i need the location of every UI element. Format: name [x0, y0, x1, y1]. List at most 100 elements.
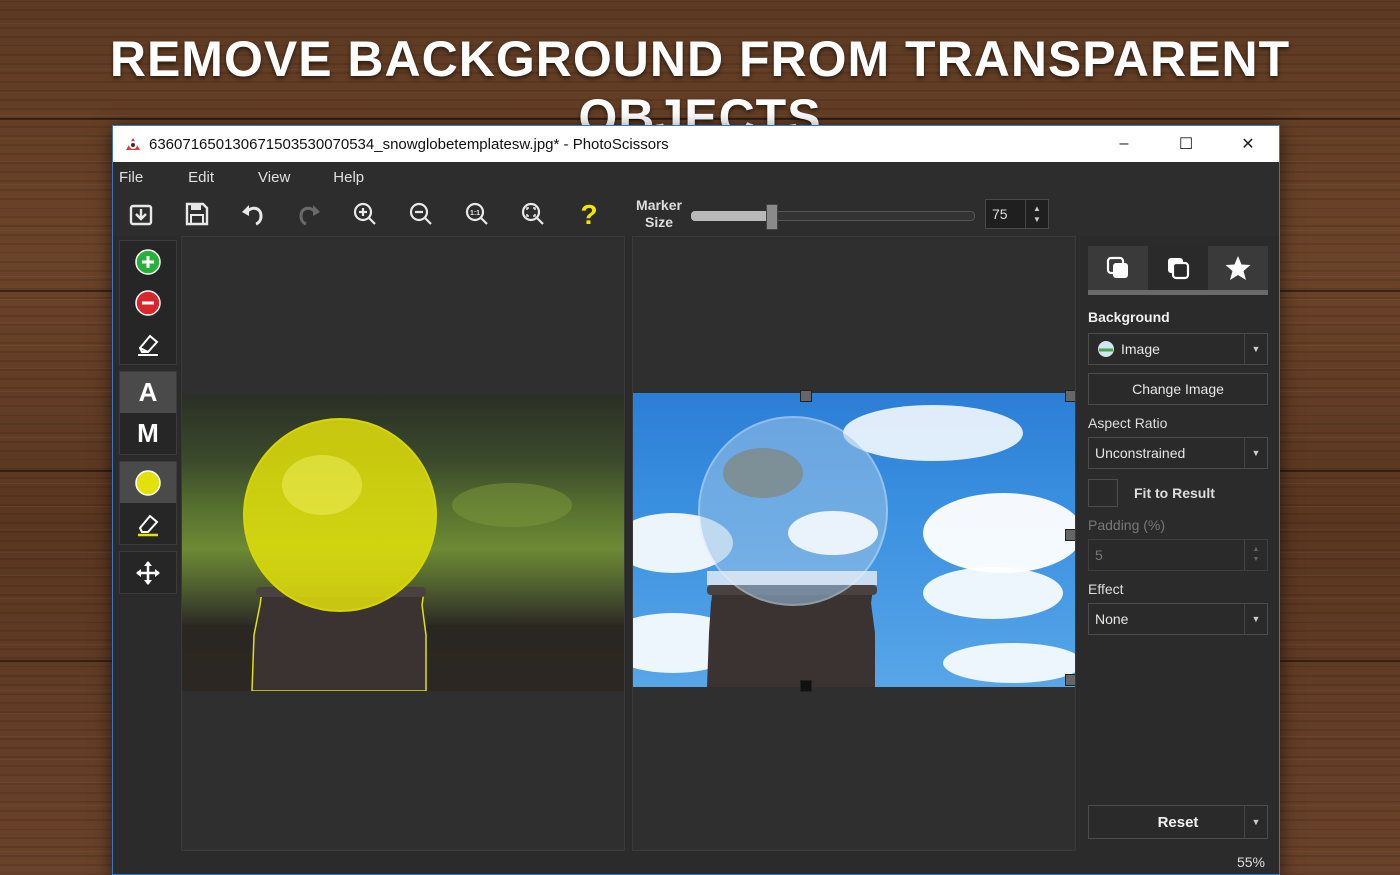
aspect-ratio-label: Aspect Ratio — [1088, 415, 1168, 431]
marker-size-slider[interactable] — [691, 204, 975, 230]
zoom-out-icon — [409, 202, 432, 225]
layers-back-icon — [1168, 258, 1190, 280]
mode-group: A M — [119, 371, 177, 455]
menu-edit[interactable]: Edit — [182, 169, 230, 186]
zoom-in-icon — [353, 202, 376, 225]
move-icon — [136, 560, 160, 585]
source-photo — [182, 395, 624, 692]
result-pane[interactable] — [632, 236, 1076, 851]
auto-mode-button[interactable]: A — [120, 372, 176, 413]
fit-button[interactable] — [505, 194, 561, 234]
marker-tool-group — [119, 240, 177, 365]
slider-fill — [691, 211, 771, 221]
zoom-level: 55% — [1236, 854, 1265, 870]
window-title: 636071650130671503530070534_snowglobetem… — [149, 135, 669, 153]
redo-button[interactable] — [281, 194, 337, 234]
marker-size-input[interactable]: 75 ▲ ▼ — [985, 199, 1049, 229]
effect-label: Effect — [1088, 581, 1124, 597]
chevron-down-icon[interactable]: ▼ — [1244, 604, 1267, 634]
svg-text:1:1: 1:1 — [470, 210, 480, 217]
aspect-ratio-select[interactable]: Unconstrained ▼ — [1088, 437, 1268, 469]
open-icon — [129, 204, 153, 226]
actual-size-icon: 1:1 — [465, 202, 488, 225]
help-button[interactable]: ? — [561, 194, 617, 234]
effect-value: None — [1095, 611, 1129, 627]
eraser-button[interactable] — [120, 323, 176, 364]
remove-marker-button[interactable] — [120, 282, 176, 323]
source-pane[interactable] — [181, 236, 625, 851]
zoom-out-button[interactable] — [393, 194, 449, 234]
svg-text:?: ? — [580, 200, 597, 228]
minus-circle-icon — [135, 289, 161, 316]
crop-handle-bottom-right[interactable] — [1065, 674, 1075, 686]
plus-circle-icon — [135, 248, 161, 275]
menu-view[interactable]: View — [252, 169, 306, 186]
background-type-value: Image — [1121, 341, 1160, 357]
fit-to-result-checkbox[interactable] — [1088, 479, 1118, 507]
menu-file[interactable]: File — [113, 169, 159, 186]
close-button[interactable]: ✕ — [1217, 126, 1279, 162]
menu-help[interactable]: Help — [327, 169, 380, 186]
marker-size-label: Marker Size — [631, 197, 687, 231]
tab-background[interactable] — [1148, 246, 1208, 290]
result-photo — [633, 393, 1075, 687]
maximize-button[interactable]: ☐ — [1155, 126, 1217, 162]
app-logo-icon — [126, 138, 140, 150]
tab-foreground[interactable] — [1088, 246, 1148, 290]
transparency-eraser-button[interactable] — [120, 503, 176, 544]
reset-button[interactable]: Reset ▼ — [1088, 805, 1268, 839]
menu-bar: File Edit View Help — [113, 162, 1279, 192]
app-window: 636071650130671503530070534_snowglobetem… — [112, 125, 1280, 875]
fit-icon — [521, 202, 544, 225]
padding-input[interactable]: 5 ▲ ▼ — [1088, 539, 1268, 571]
chevron-down-icon[interactable]: ▼ — [1244, 806, 1267, 838]
reset-label: Reset — [1157, 813, 1199, 831]
title-bar[interactable]: 636071650130671503530070534_snowglobetem… — [113, 126, 1279, 162]
undo-button[interactable] — [225, 194, 281, 234]
settings-panel: Background Image ▼ Change Image Aspect R… — [1088, 246, 1268, 635]
pan-button[interactable] — [120, 552, 176, 593]
snowglobe-source-image — [182, 418, 624, 692]
marker-size-spinner[interactable]: ▲ ▼ — [1025, 200, 1048, 228]
slider-thumb[interactable] — [765, 204, 778, 230]
change-image-button[interactable]: Change Image — [1088, 373, 1268, 405]
layers-front-icon — [1106, 256, 1128, 278]
yellow-dot-icon — [135, 469, 161, 496]
brush-group — [119, 461, 177, 545]
eraser-icon — [138, 334, 159, 356]
zoom-in-button[interactable] — [337, 194, 393, 234]
marker-size-value: 75 — [992, 206, 1008, 222]
manual-mode-button[interactable]: M — [120, 413, 176, 454]
snowglobe-result-image — [633, 405, 1075, 687]
effect-select[interactable]: None ▼ — [1088, 603, 1268, 635]
actual-size-button[interactable]: 1:1 — [449, 194, 505, 234]
padding-spinner[interactable]: ▲ ▼ — [1244, 540, 1267, 570]
star-icon — [1225, 256, 1251, 280]
undo-icon — [242, 205, 263, 226]
crop-handle-top-right[interactable] — [1065, 390, 1075, 402]
open-button[interactable] — [113, 194, 169, 234]
save-button[interactable] — [169, 194, 225, 234]
toolbar: 1:1 ? Marker Size 75 ▲ ▼ — [113, 192, 1279, 236]
save-icon — [185, 202, 209, 226]
background-type-select[interactable]: Image ▼ — [1088, 333, 1268, 365]
crop-handle-top[interactable] — [800, 390, 812, 402]
keep-marker-button[interactable] — [120, 241, 176, 282]
crop-handle-right[interactable] — [1065, 529, 1075, 541]
background-label: Background — [1088, 309, 1170, 325]
pan-group — [119, 551, 177, 594]
help-icon: ? — [580, 200, 597, 228]
chevron-down-icon[interactable]: ▼ — [1244, 334, 1267, 364]
fit-to-result-label: Fit to Result — [1134, 485, 1215, 501]
transparency-marker-button[interactable] — [120, 462, 176, 503]
marker-label-line2: Size — [644, 214, 673, 230]
image-globe-icon — [1098, 341, 1114, 357]
crop-handle-bottom[interactable] — [800, 680, 812, 692]
padding-label: Padding (%) — [1088, 517, 1166, 533]
aspect-ratio-value: Unconstrained — [1095, 445, 1186, 461]
chevron-down-icon[interactable]: ▼ — [1244, 438, 1267, 468]
tab-favorites[interactable] — [1208, 246, 1268, 290]
eraser-yellow-icon — [138, 514, 159, 536]
minimize-button[interactable]: – — [1093, 126, 1155, 162]
marker-label-line1: Marker — [636, 197, 682, 213]
